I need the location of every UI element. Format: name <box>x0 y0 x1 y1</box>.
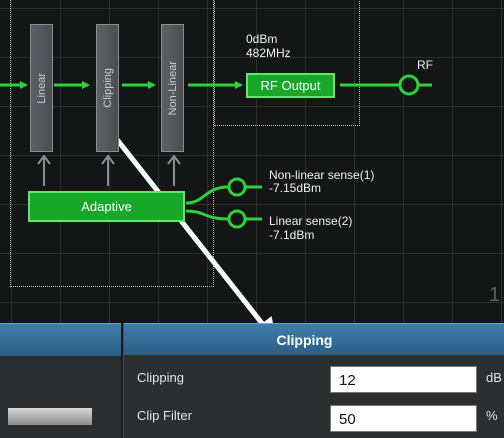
canvas-edge-number: 1 <box>489 284 501 306</box>
rf-port-label: RF <box>417 58 433 72</box>
stage-nonlinear-label: Non-Linear <box>166 60 179 116</box>
stage-clipping-block[interactable]: Clipping <box>96 24 119 152</box>
main-signal-path <box>0 74 432 96</box>
left-panel-header <box>0 323 121 356</box>
clip-filter-value-input[interactable]: 50 <box>330 405 477 432</box>
pointer-arrow <box>102 121 277 323</box>
clipping-property-panel: Clipping Clipping 12 dB Clip Filter 50 % <box>123 323 504 438</box>
left-property-panel <box>0 323 121 438</box>
stage-linear-label: Linear <box>35 72 48 104</box>
sense2-name-text: Linear sense(2) <box>269 214 353 228</box>
clipping-unit-label: dB <box>486 370 502 385</box>
block-diagram-canvas: Linear Clipping Non-Linear Adaptive RF O… <box>0 0 504 323</box>
output-frequency-text: 482MHz <box>246 46 291 60</box>
stage-linear-block[interactable]: Linear <box>30 24 53 152</box>
clip-filter-row-label: Clip Filter <box>137 408 192 423</box>
adaptive-label: Adaptive <box>81 199 132 214</box>
clipping-value-input[interactable]: 12 <box>330 366 477 393</box>
left-panel-slider-bar[interactable] <box>8 408 92 425</box>
panel-title: Clipping <box>124 323 504 355</box>
sense2-value-text: -7.1dBm <box>269 228 315 242</box>
clip-filter-unit-label: % <box>486 408 498 423</box>
sense-wires <box>185 177 262 229</box>
clipping-row-label: Clipping <box>137 370 184 385</box>
output-power-text: 0dBm <box>246 32 278 46</box>
sense1-value-text: -7.15dBm <box>269 181 322 195</box>
rf-output-label: RF Output <box>260 78 321 93</box>
feedback-arrows <box>37 154 181 186</box>
adaptive-block[interactable]: Adaptive <box>28 191 185 222</box>
stage-clipping-label: Clipping <box>101 68 114 108</box>
stage-nonlinear-block[interactable]: Non-Linear <box>161 24 184 152</box>
rf-output-block[interactable]: RF Output <box>246 73 335 98</box>
